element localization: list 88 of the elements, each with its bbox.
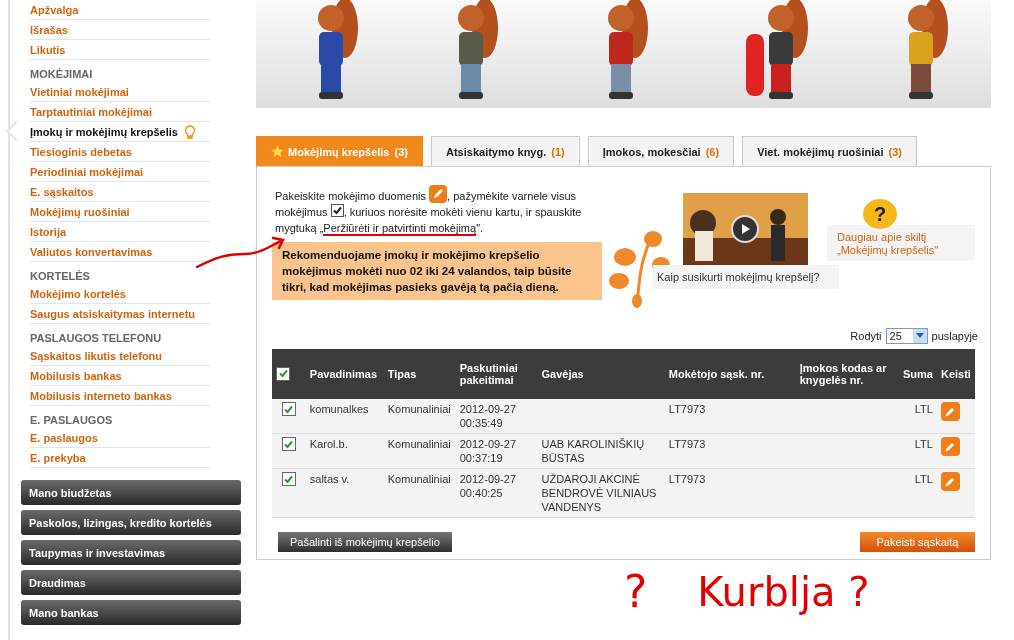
tab[interactable]: Mokėjimų krepšelis (3) [256, 136, 423, 166]
column-header: Tipas [383, 349, 456, 399]
edit-button[interactable] [940, 437, 960, 456]
sidebar-item[interactable]: Mokėjimų ruošiniai [30, 205, 130, 218]
section-heading: E. PASLAUGOS [29, 413, 114, 428]
table-cell: Karol.b. [309, 438, 348, 450]
sidebar-item[interactable]: Sąskaitos likutis telefonu [30, 349, 163, 362]
sidebar-item[interactable]: Likutis [30, 43, 66, 56]
edit-button[interactable] [940, 472, 960, 491]
table-cell: UŽDAROJI AKCINĖ BENDROVĖ VILNIAUS VANDENYS [541, 473, 657, 513]
sidebar-item[interactable]: Apžvalga [30, 3, 79, 16]
menu-button[interactable]: Taupymas ir investavimas [21, 540, 241, 565]
pencil-icon [944, 405, 957, 418]
sidebar-item[interactable]: Valiutos konvertavimas [30, 245, 153, 258]
handwritten-note: Kurblja ? [697, 568, 870, 617]
table-cell: saltas v. [309, 473, 350, 485]
select-all-checkbox[interactable] [276, 366, 290, 381]
pencil-icon [944, 440, 957, 453]
column-header: Paskutiniai pakeitimai [455, 349, 538, 399]
table-cell-text: 00:40:25 [459, 486, 504, 500]
play-icon [739, 223, 751, 235]
table-cell: LTL [914, 403, 933, 415]
star-icon [271, 145, 284, 158]
sidebar-item[interactable]: Įmokų ir mokėjimų krepšelis [30, 125, 178, 138]
row-checkbox[interactable] [281, 437, 296, 451]
paging-label: Rodyti [850, 330, 882, 342]
column-header: Gavėjas [537, 349, 665, 399]
column-header: Suma [898, 349, 937, 399]
table-cell-text: 00:37:19 [459, 451, 504, 465]
table-cell-text: 2012-09-27 [459, 402, 518, 416]
sidebar-item[interactable]: E. sąskaitos [30, 185, 94, 198]
table-cell: UAB KAROLINIŠKIŲ BŪSTAS [541, 438, 645, 464]
sidebar-item[interactable]: Mobilusis interneto bankas [30, 389, 172, 402]
table-cell: LTL [914, 438, 933, 450]
remove-button[interactable]: Pašalinti iš mokėjimų krepšelio [278, 532, 452, 552]
caret-icon [915, 333, 924, 339]
sidebar-item[interactable]: Istorija [30, 225, 67, 238]
edit-button[interactable] [940, 402, 960, 421]
section-heading: MOKĖJIMAI [29, 67, 94, 82]
notice-text: Rekomenduojame įmokų ir mokėjimo krepšelio mokėjimus mokėti nuo 02 iki 24 valandos, taip būsite tikri, kad mokėjimas pasieks gavėją tą pačią dieną. [272, 242, 602, 300]
menu-button[interactable]: Draudimas [21, 570, 241, 595]
sidebar-item[interactable]: E. paslaugos [30, 431, 98, 444]
pencil-icon [429, 185, 448, 203]
change-account-button[interactable]: Pakeisti sąskaitą [860, 532, 975, 552]
confirm-payment-link[interactable]: Peržiūrėti ir patvirtinti mokėjimą [323, 222, 477, 236]
sidebar-item[interactable]: Saugus atsiskaitymas internetu [30, 307, 196, 320]
column-header: Pavadinimas [305, 349, 384, 399]
column-header: Įmokos kodas ar knygelės nr. [795, 349, 899, 399]
table-cell: LT7973 [668, 473, 706, 485]
sidebar-item[interactable]: E. prekyba [30, 451, 86, 464]
sidebar-item[interactable]: Išrašas [30, 23, 68, 36]
table-cell-text: 00:35:49 [459, 416, 504, 430]
row-checkbox[interactable] [281, 402, 296, 416]
sidebar-item[interactable]: Tarptautiniai mokėjimai [30, 105, 153, 118]
menu-button[interactable]: Mano bankas [21, 600, 241, 625]
table-cell-text: 2012-09-27 [459, 437, 518, 451]
row-checkbox[interactable] [281, 472, 296, 486]
handwritten-note: ? [624, 565, 648, 619]
table-cell: Komunaliniai [387, 403, 451, 415]
sidebar-item[interactable]: Vietiniai mokėjimai [30, 85, 129, 98]
tab[interactable]: Atsiskaitymo knyg. (1) [431, 136, 580, 166]
table-cell: LT7973 [668, 403, 706, 415]
instructions-text: Pakeiskite mokėjimo duomenis , pažymėkite varnele visus mokėjimus , kuriuos norėsite mokėti vienu kartu, ir spauskite mygtuką „Peržiūrėti ir patvirtinti mokėjimą". [272, 185, 585, 236]
menu-button[interactable]: Mano biudžetas [21, 480, 241, 505]
sidebar-item[interactable]: Periodiniai mokėjimai [30, 165, 144, 178]
tab[interactable]: Viet. mokėjimų ruošiniai (3) [742, 136, 917, 166]
video-caption: Kaip susikurti mokėjimų krepšelį? [653, 265, 839, 289]
column-header: Mokėtojo sąsk. nr. [664, 349, 796, 399]
help-icon: ? [863, 199, 897, 229]
menu-button[interactable]: Paskolos, lizingas, kredito kortelės [21, 510, 241, 535]
checkbox-icon [330, 204, 344, 217]
table-cell: LTL [914, 473, 933, 485]
table-cell: komunalkes [309, 403, 369, 415]
table-cell: Komunaliniai [387, 473, 451, 485]
paging-label: puslapyje [931, 330, 978, 342]
sidebar-item[interactable]: Mobilusis bankas [30, 369, 122, 382]
page-size-select[interactable]: 25 [885, 328, 928, 344]
table-cell: LT7973 [668, 438, 706, 450]
section-heading: PASLAUGOS TELEFONU [29, 331, 163, 346]
lightbulb-icon [183, 124, 196, 139]
sidebar-item[interactable]: Tiesioginis debetas [30, 145, 132, 158]
sidebar-item[interactable]: Mokėjimo kortelės [30, 287, 126, 300]
table-cell: Komunaliniai [387, 438, 451, 450]
table-cell-text: 2012-09-27 [459, 472, 518, 486]
tab[interactable]: Įmokos, mokesčiai (6) [587, 136, 735, 166]
section-heading: KORTELĖS [29, 269, 91, 284]
column-header: Keisti [936, 349, 975, 399]
pencil-icon [944, 475, 957, 488]
